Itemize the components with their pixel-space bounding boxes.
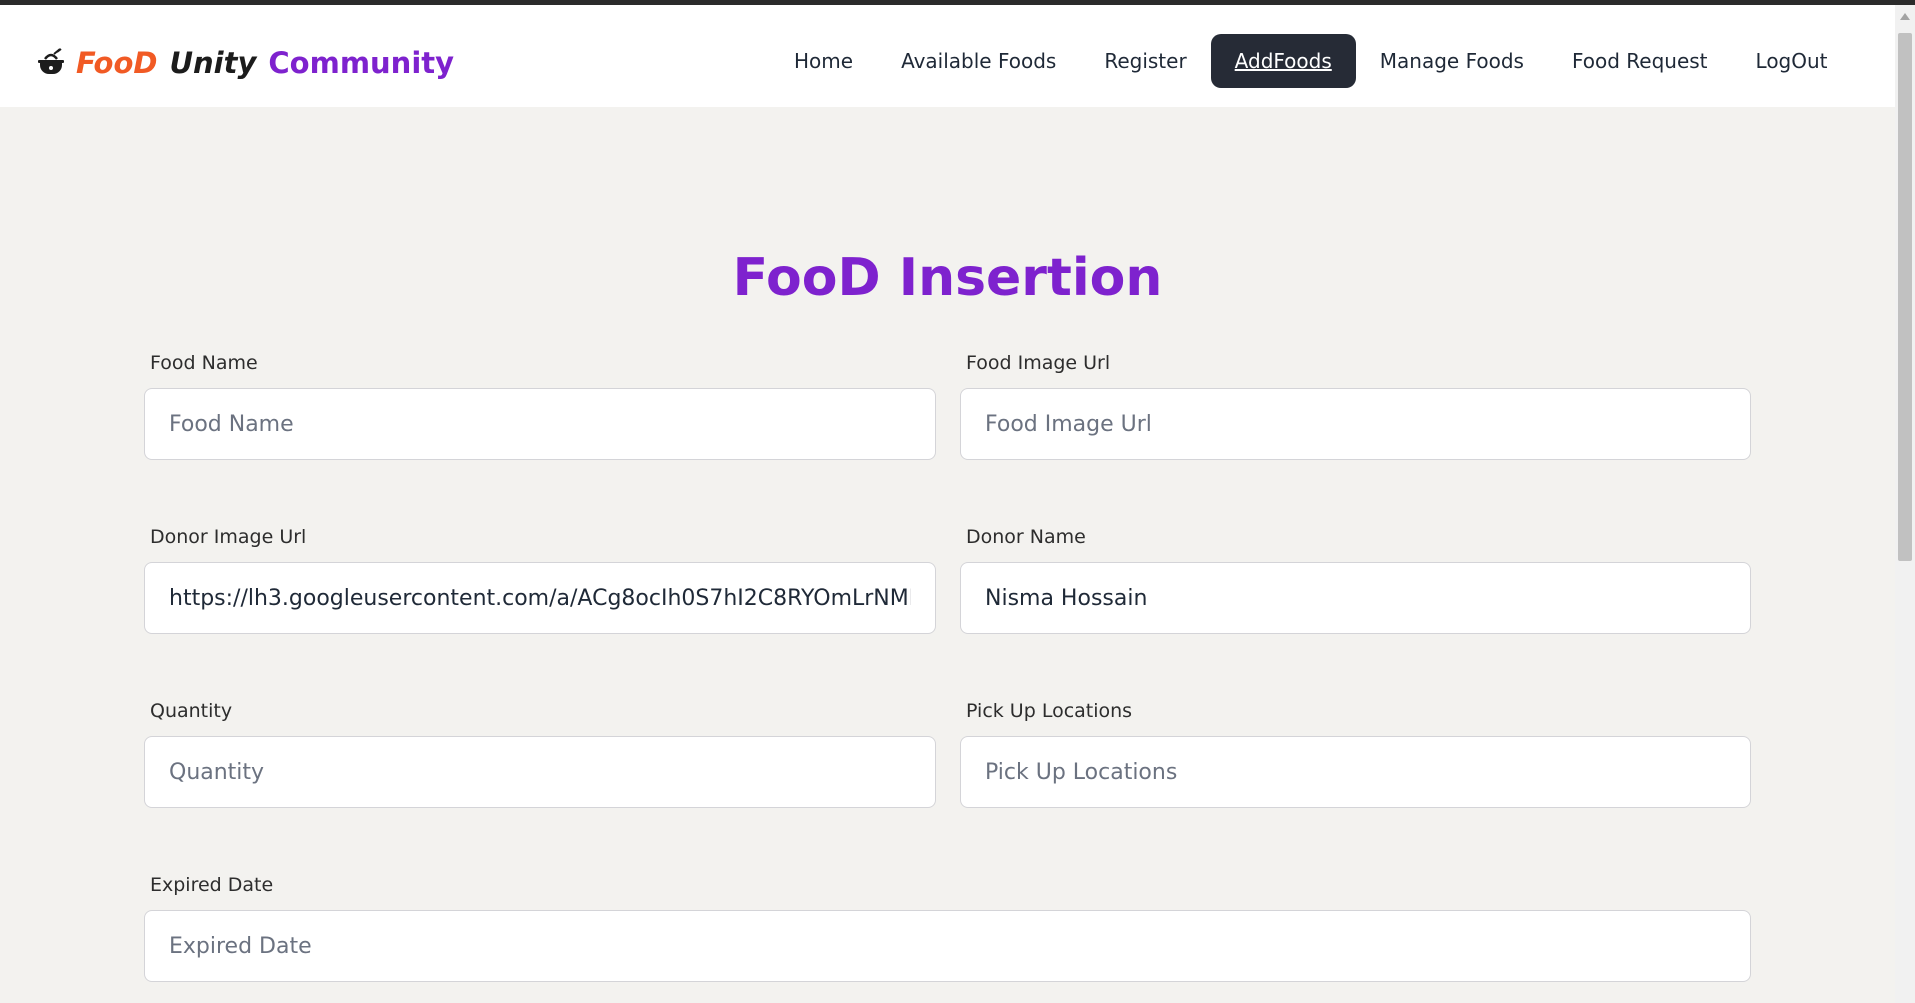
donor-image-url-input[interactable]	[144, 562, 936, 634]
nav-add-foods[interactable]: AddFoods	[1210, 34, 1356, 88]
food-name-label: Food Name	[150, 352, 258, 374]
page-title: FooD Insertion	[732, 248, 1163, 308]
pickup-locations-label: Pick Up Locations	[966, 700, 1133, 722]
donor-name-label: Donor Name	[966, 526, 1086, 548]
brand-text-community: Community	[268, 46, 455, 80]
food-image-url-label: Food Image Url	[966, 352, 1111, 374]
page-scrollbar[interactable]	[1895, 5, 1915, 1003]
nav-home[interactable]: Home	[770, 34, 877, 88]
scrollbar-thumb[interactable]	[1898, 33, 1912, 561]
brand-text-unity: Unity	[169, 46, 257, 80]
chef-pot-icon	[38, 48, 64, 74]
quantity-input[interactable]	[144, 736, 936, 808]
navbar: FooD Unity Community Home Available Food…	[0, 5, 1895, 107]
main-nav: Home Available Foods Register AddFoods M…	[770, 34, 1852, 88]
nav-manage-foods[interactable]: Manage Foods	[1356, 34, 1548, 88]
donor-image-url-label: Donor Image Url	[150, 526, 307, 548]
food-name-input[interactable]	[144, 388, 936, 460]
food-image-url-input[interactable]	[960, 388, 1751, 460]
pickup-locations-input[interactable]	[960, 736, 1751, 808]
nav-register[interactable]: Register	[1080, 34, 1210, 88]
nav-logout[interactable]: LogOut	[1732, 34, 1852, 88]
donor-name-input[interactable]	[960, 562, 1751, 634]
expired-date-input[interactable]	[144, 910, 1751, 982]
quantity-label: Quantity	[150, 700, 233, 722]
expired-date-label: Expired Date	[150, 874, 274, 896]
nav-food-request[interactable]: Food Request	[1548, 34, 1732, 88]
brand-logo[interactable]: FooD Unity Community	[36, 41, 454, 85]
brand-text-food: FooD	[76, 46, 158, 80]
scroll-up-arrow-icon[interactable]	[1900, 13, 1910, 20]
nav-available-foods[interactable]: Available Foods	[877, 34, 1080, 88]
